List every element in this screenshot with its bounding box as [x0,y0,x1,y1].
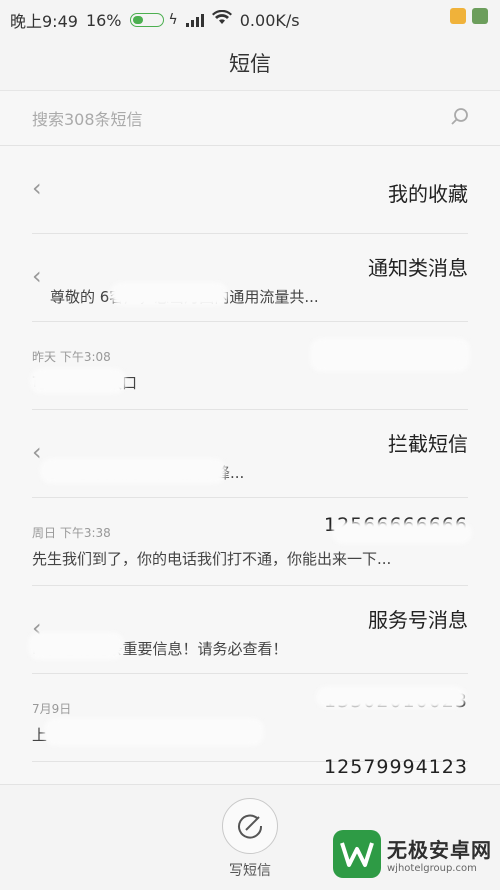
message-row[interactable]: 7月9日 13302010023 上 EGKA [32,674,468,762]
watermark-name: 无极安卓网 [387,838,492,862]
clock: 晚上9:49 [10,12,78,31]
message-row[interactable]: 周日 下午3:38 12566666666 先生我们到了，你的电话我们打不通，你… [32,498,472,586]
battery-percent: 16% [85,10,122,30]
title-bar: 短信 [0,36,500,91]
folder-title: 拦截短信 [388,432,468,456]
compose-icon [238,814,263,839]
page-title: 短信 [229,52,271,76]
watermark-url: wjhotelgroup.com [387,863,477,874]
folder-favorites[interactable]: ‹ 我的收藏 [32,146,468,234]
message-time: 昨天 下午3:08 [32,350,111,364]
folder-notifications[interactable]: ‹ 通知类消息 尊敬的 6客户，您当月国内通用流量共... [32,234,468,322]
message-row[interactable]: 昨天 下午3:08 1 可以不出地铁口 [30,322,470,410]
status-bar: 晚上9:49 16% ϟ 0.00K/s [0,0,500,36]
folder-title: 服务号消息 [368,608,468,632]
search-icon[interactable] [450,107,470,131]
notification-app-icon-2 [472,8,488,24]
search-bar[interactable] [0,91,500,146]
network-speed: 0.00K/s [239,10,300,30]
chevron-left-icon: ‹ [32,262,42,290]
message-time: 7月9日 [32,702,72,716]
compose-button[interactable] [222,798,278,854]
folder-title: 通知类消息 [368,256,468,280]
message-row[interactable]: 12579994123 [32,756,468,786]
notification-app-icon [450,8,466,24]
message-preview: 先生我们到了，你的电话我们打不通，你能出来一下... [32,550,392,568]
folder-service[interactable]: ‹ 服务号消息 Hi，您有两条重要信息！请务必查看！ [28,586,468,674]
signal-icon [185,13,204,27]
charging-icon: ϟ [168,12,178,28]
message-sender: 12579994123 [324,756,468,778]
watermark-logo-icon [333,830,381,878]
search-input[interactable] [30,101,434,137]
chevron-left-icon: ‹ [32,174,42,202]
folder-blocked[interactable]: ‹ 拦截短信 里云】首届阿里在线技术峰... [32,410,468,498]
chevron-left-icon: ‹ [32,438,42,466]
message-time: 周日 下午3:38 [32,526,111,540]
battery-icon [129,13,164,27]
watermark: 无极安卓网 wjhotelgroup.com [333,830,492,878]
wifi-icon [211,9,232,30]
folder-title: 我的收藏 [388,182,468,206]
